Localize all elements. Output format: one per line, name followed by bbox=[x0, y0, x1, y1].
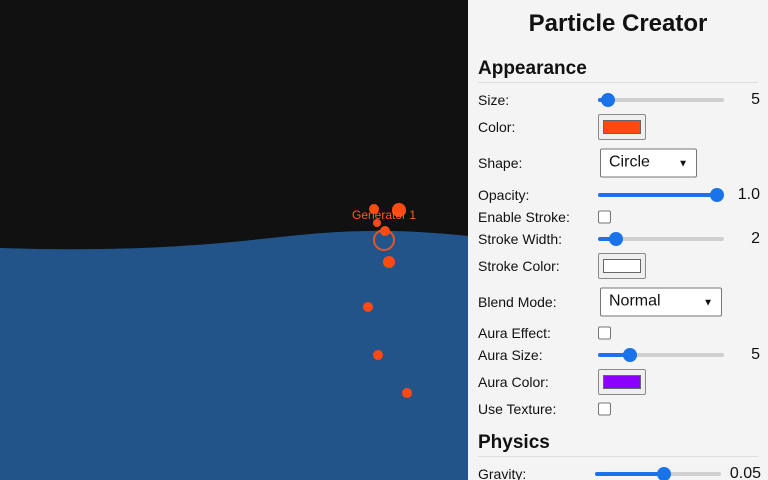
particle bbox=[383, 256, 395, 268]
gravity-slider[interactable] bbox=[595, 466, 721, 480]
stroke-color-label: Stroke Color: bbox=[478, 258, 560, 274]
blend-mode-select-value: Normal bbox=[609, 292, 661, 310]
aura-color-picker[interactable] bbox=[598, 369, 646, 395]
particle bbox=[373, 350, 383, 360]
shape-row: Shape: Circle ▼ bbox=[478, 148, 760, 178]
aura-size-value: 5 bbox=[751, 346, 760, 363]
aura-effect-label: Aura Effect: bbox=[478, 325, 551, 341]
slider-thumb[interactable] bbox=[609, 232, 624, 246]
use-texture-checkbox[interactable] bbox=[598, 402, 611, 416]
stroke-width-row: Stroke Width: 2 bbox=[478, 227, 760, 251]
gravity-label: Gravity: bbox=[478, 466, 527, 480]
size-slider[interactable] bbox=[598, 92, 724, 108]
chevron-down-icon: ▼ bbox=[703, 297, 713, 309]
shape-label: Shape: bbox=[478, 155, 523, 171]
gravity-row: Gravity: 0.05 bbox=[478, 462, 761, 480]
shape-select-value: Circle bbox=[609, 153, 650, 171]
panel-title: Particle Creator bbox=[528, 10, 708, 37]
particle bbox=[363, 302, 373, 312]
stroke-color-swatch bbox=[603, 259, 641, 273]
aura-effect-checkbox[interactable] bbox=[598, 326, 611, 340]
slider-thumb[interactable] bbox=[601, 93, 616, 107]
aura-effect-row: Aura Effect: bbox=[478, 321, 760, 345]
gravity-value: 0.05 bbox=[729, 465, 761, 480]
generator-label[interactable]: Generator 1 bbox=[352, 208, 416, 222]
opacity-row: Opacity: 1.0 bbox=[478, 183, 760, 207]
chevron-down-icon: ▼ bbox=[678, 158, 688, 170]
aura-color-label: Aura Color: bbox=[478, 374, 549, 390]
enable-stroke-checkbox[interactable] bbox=[598, 210, 611, 224]
stroke-width-value: 2 bbox=[751, 230, 760, 247]
color-row: Color: bbox=[478, 114, 760, 140]
use-texture-row: Use Texture: bbox=[478, 397, 760, 421]
slider-thumb[interactable] bbox=[656, 467, 671, 480]
enable-stroke-label: Enable Stroke: bbox=[478, 209, 570, 225]
stroke-color-row: Stroke Color: bbox=[478, 253, 760, 279]
stroke-width-slider[interactable] bbox=[598, 231, 724, 247]
particle bbox=[402, 388, 412, 398]
aura-size-row: Aura Size: 5 bbox=[478, 343, 760, 367]
opacity-value: 1.0 bbox=[737, 186, 760, 203]
aura-color-swatch bbox=[603, 375, 641, 389]
appearance-heading: Appearance bbox=[478, 58, 758, 83]
water-surface bbox=[0, 230, 468, 480]
size-label: Size: bbox=[478, 92, 510, 108]
use-texture-label: Use Texture: bbox=[478, 401, 557, 417]
size-value: 5 bbox=[751, 91, 760, 108]
color-label: Color: bbox=[478, 119, 516, 135]
aura-size-label: Aura Size: bbox=[478, 347, 543, 363]
stroke-color-picker[interactable] bbox=[598, 253, 646, 279]
opacity-label: Opacity: bbox=[478, 187, 530, 203]
opacity-slider[interactable] bbox=[598, 187, 724, 203]
particle-canvas[interactable]: Generator 1 bbox=[0, 0, 468, 480]
blend-mode-label: Blend Mode: bbox=[478, 294, 557, 310]
color-swatch bbox=[603, 120, 641, 134]
enable-stroke-row: Enable Stroke: bbox=[478, 205, 760, 229]
control-panel: Particle Creator Appearance Size: 5 Colo… bbox=[468, 0, 768, 480]
aura-size-slider[interactable] bbox=[598, 347, 724, 363]
size-row: Size: 5 bbox=[478, 88, 760, 112]
particle bbox=[380, 226, 390, 236]
slider-thumb[interactable] bbox=[710, 188, 724, 202]
slider-thumb[interactable] bbox=[622, 348, 637, 362]
aura-color-row: Aura Color: bbox=[478, 369, 760, 395]
shape-select[interactable]: Circle ▼ bbox=[600, 148, 697, 178]
blend-mode-select[interactable]: Normal ▼ bbox=[600, 287, 722, 317]
color-picker[interactable] bbox=[598, 114, 646, 140]
scene-svg bbox=[0, 0, 468, 480]
blend-mode-row: Blend Mode: Normal ▼ bbox=[478, 287, 760, 317]
physics-heading: Physics bbox=[478, 432, 758, 457]
stroke-width-label: Stroke Width: bbox=[478, 231, 563, 247]
